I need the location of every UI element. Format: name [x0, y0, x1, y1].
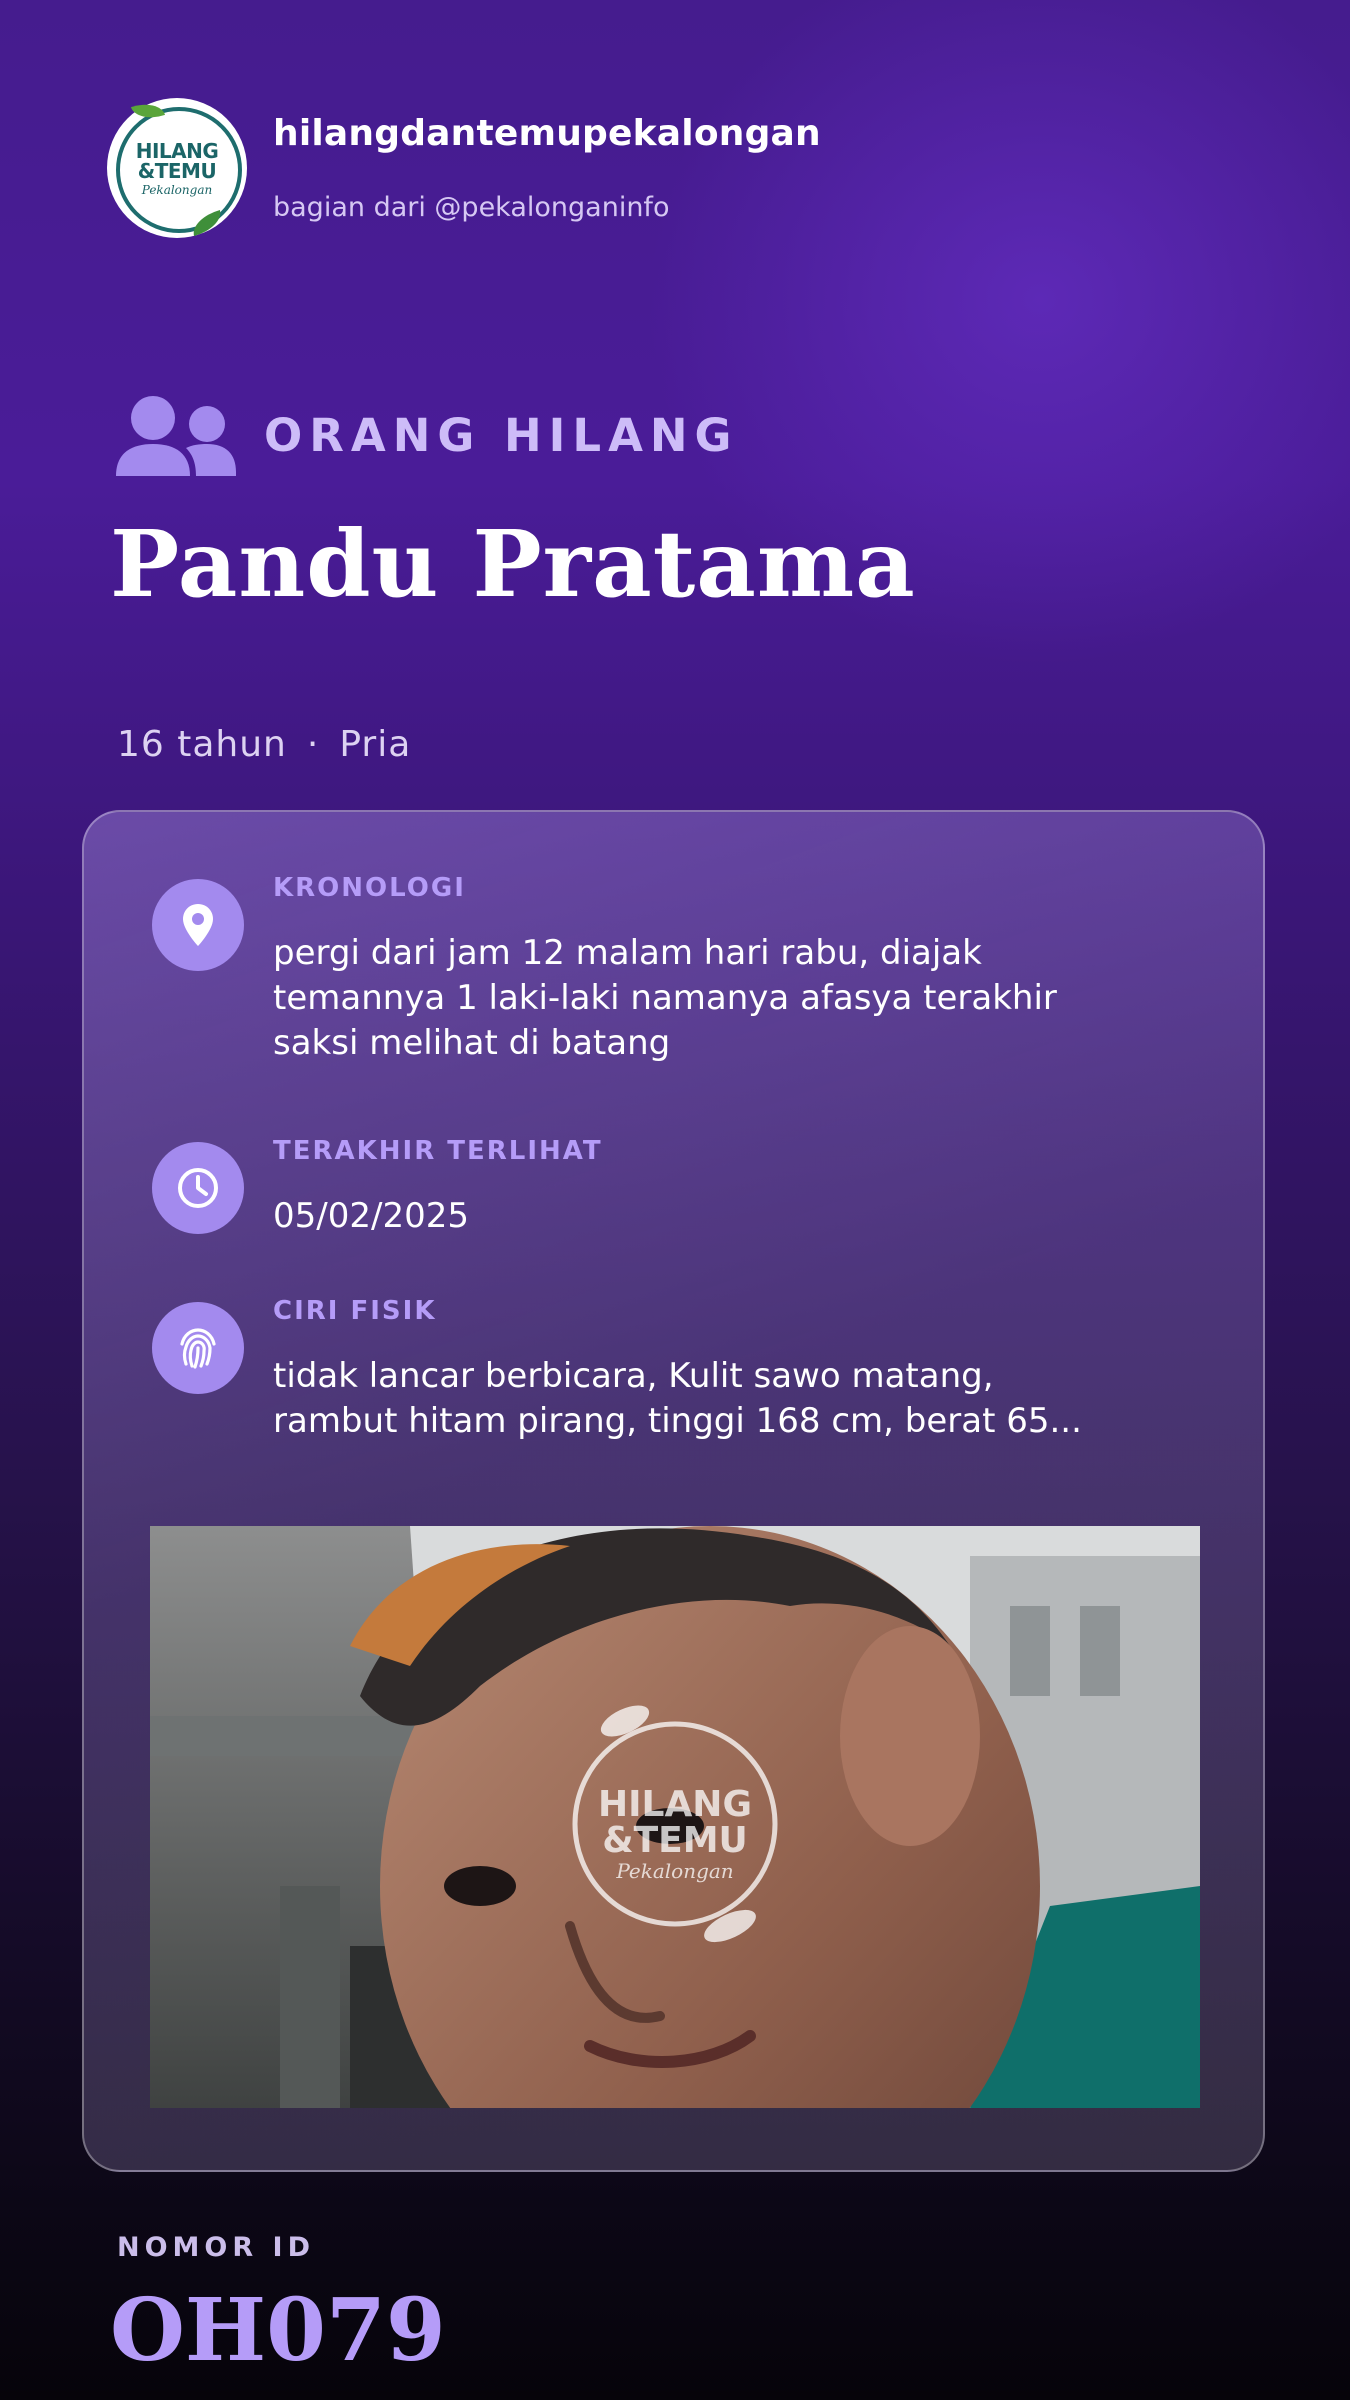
account-subtitle: bagian dari @pekalonganinfo	[273, 192, 670, 223]
category-header: ORANG HILANG	[114, 392, 739, 478]
fingerprint-icon	[152, 1302, 244, 1394]
logo-wordmark: HILANG &TEMU Pekalongan	[136, 141, 219, 196]
person-photo[interactable]: HILANG &TEMU Pekalongan	[150, 1526, 1200, 2108]
detail-text: pergi dari jam 12 malam hari rabu, diaja…	[273, 933, 1057, 1063]
detail-title: KRONOLOGI	[273, 873, 466, 903]
detail-body: KRONOLOGI pergi dari jam 12 malam hari r…	[273, 873, 1093, 1066]
watermark-line: HILANG	[598, 1784, 752, 1825]
account-info: hilangdantemupekalongan bagian dari @pek…	[273, 113, 821, 223]
person-gender: Pria	[339, 724, 412, 765]
account-handle[interactable]: hilangdantemupekalongan	[273, 113, 821, 154]
watermark-line: Pekalongan	[615, 1859, 733, 1883]
category-label: ORANG HILANG	[264, 408, 739, 462]
detail-title: CIRI FISIK	[273, 1296, 437, 1326]
detail-kronologi: KRONOLOGI pergi dari jam 12 malam hari r…	[152, 873, 1093, 1066]
details-card: KRONOLOGI pergi dari jam 12 malam hari r…	[82, 810, 1265, 2172]
detail-ciri-fisik: CIRI FISIK tidak lancar berbicara, Kulit…	[152, 1296, 1093, 1444]
id-value: OH079	[110, 2280, 446, 2381]
person-age: 16 tahun	[117, 724, 287, 765]
location-pin-icon	[152, 879, 244, 971]
meta-separator: ·	[306, 724, 320, 765]
account-header: HILANG &TEMU Pekalongan hilangdantemupek…	[107, 97, 821, 238]
detail-terakhir-terlihat: TERAKHIR TERLIHAT 05/02/2025	[152, 1136, 1093, 1239]
person-name: Pandu Pratama	[110, 510, 916, 618]
person-meta: 16 tahun · Pria	[117, 724, 411, 765]
watermark-line: &TEMU	[602, 1820, 748, 1861]
logo-line: HILANG	[135, 138, 219, 163]
detail-body: TERAKHIR TERLIHAT 05/02/2025	[273, 1136, 1093, 1239]
detail-body: CIRI FISIK tidak lancar berbicara, Kulit…	[273, 1296, 1093, 1444]
detail-title: TERAKHIR TERLIHAT	[273, 1136, 603, 1166]
logo-line: Pekalongan	[141, 182, 213, 197]
people-icon	[116, 396, 236, 476]
account-logo[interactable]: HILANG &TEMU Pekalongan	[107, 97, 247, 238]
detail-text: 05/02/2025	[273, 1196, 469, 1236]
person-photo-image: HILANG &TEMU Pekalongan	[150, 1526, 1200, 2108]
clock-icon	[152, 1142, 244, 1234]
id-label: NOMOR ID	[117, 2232, 316, 2263]
logo-line: &TEMU	[137, 158, 217, 183]
detail-text: tidak lancar berbicara, Kulit sawo matan…	[273, 1356, 1082, 1441]
